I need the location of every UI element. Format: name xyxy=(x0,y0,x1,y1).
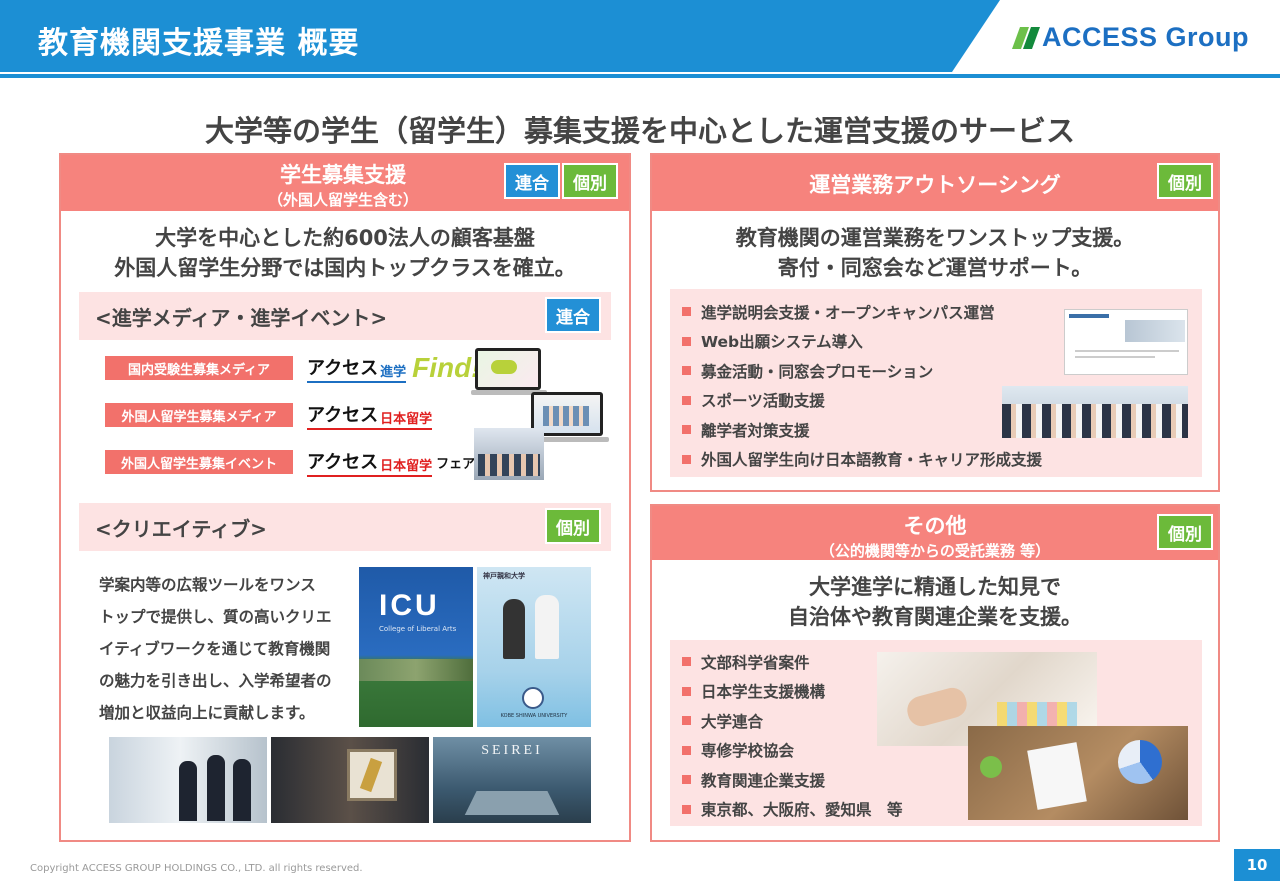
page-title: 教育機関支援事業 概要 xyxy=(38,26,360,61)
brand-access-shingaku: アクセス 進学 xyxy=(307,354,407,383)
desk-documents-photo xyxy=(968,726,1188,820)
tag-rengo: 連合 xyxy=(504,163,560,199)
art-video-still xyxy=(271,737,429,823)
slide: 教育機関支援事業 概要 ACCESS Group 大学等の学生（留学生）募集支援… xyxy=(0,0,1280,886)
brand-extra: フェア xyxy=(436,456,476,472)
students-video-still xyxy=(109,737,267,823)
panel-title: 運営業務アウトソーシング xyxy=(809,173,1061,197)
panel-header: その他 （公的機関等からの受託業務 等） xyxy=(652,506,1218,560)
brand-access-nihon-ryugaku-fair: アクセス 日本留学 xyxy=(307,448,433,477)
lead-line-2: 外国人留学生分野では国内トップクラスを確立。 xyxy=(114,256,576,280)
kobe-sub: KOBE SHINWA UNIVERSITY xyxy=(500,713,568,719)
media-row-label: 外国人留学生募集イベント xyxy=(105,450,293,474)
list-item: 教育関連企業支援 xyxy=(682,765,903,795)
list-item: 日本学生支援機構 xyxy=(682,677,903,707)
web-application-screenshot xyxy=(1064,309,1188,375)
icu-brochure: ICU College of Liberal Arts xyxy=(359,567,473,727)
media-row-label: 外国人留学生募集メディア xyxy=(105,403,293,427)
creative-line: 増加と収益向上に貢献します。 xyxy=(99,704,315,722)
media-row: 外国人留学生募集メディア アクセス 日本留学 xyxy=(105,401,433,430)
career-seminar-photo xyxy=(1002,386,1188,438)
panel-lead: 大学を中心とした約600法人の顧客基盤 外国人留学生分野では国内トップクラスを確… xyxy=(61,223,629,283)
kobe-shinwa-brochure: 神戸親和大学 KOBE SHINWA UNIVERSITY xyxy=(477,567,591,727)
creative-line: イティブワークを通じて教育機関 xyxy=(99,640,331,658)
list-item: 進学説明会支援・オープンキャンパス運営 xyxy=(682,297,1042,327)
slide-subtitle: 大学等の学生（留学生）募集支援を中心とした運営支援のサービス xyxy=(204,114,1075,148)
media-section-bar: <進学メディア・進学イベント> 連合 xyxy=(79,292,611,340)
brand-name: アクセス xyxy=(307,451,379,473)
header-rule xyxy=(0,74,1280,78)
tag-kobetsu-creative: 個別 xyxy=(545,508,601,544)
seirei-campus-image: SEIREI xyxy=(433,737,591,823)
list-item: 東京都、大阪府、愛知県 等 xyxy=(682,795,903,825)
media-row: 外国人留学生募集イベント アクセス 日本留学 フェア xyxy=(105,448,476,477)
page-number: 10 xyxy=(1234,849,1280,881)
operations-outsourcing-panel: 運営業務アウトソーシング 個別 教育機関の運営業務をワンストップ支援。 寄付・同… xyxy=(650,153,1220,492)
access-group-logo: ACCESS Group xyxy=(1011,22,1250,53)
brand-sub: 日本留学 xyxy=(380,411,433,427)
tag-kobetsu: 個別 xyxy=(1157,514,1213,550)
lead-line-1: 大学を中心とした約600法人の顧客基盤 xyxy=(155,226,535,250)
creative-description: 学案内等の広報ツールをワンス トップで提供し、質の高いクリエ イティブワークを通… xyxy=(99,569,369,729)
panel-header: 運営業務アウトソーシング xyxy=(652,155,1218,211)
list-item: 外国人留学生向け日本語教育・キャリア形成支援 xyxy=(682,445,1042,475)
services-list: 文部科学省案件 日本学生支援機構 大学連合 専修学校協会 教育関連企業支援 東京… xyxy=(682,647,903,824)
icu-logo-text: ICU xyxy=(379,589,440,622)
panel-subtitle: （公的機関等からの受託業務 等） xyxy=(819,542,1051,560)
fair-event-photo xyxy=(474,428,544,480)
media-section-label: <進学メディア・進学イベント> xyxy=(95,306,388,330)
kobe-title: 神戸親和大学 xyxy=(483,572,525,580)
list-item: 離学者対策支援 xyxy=(682,415,1042,445)
list-item: 文部科学省案件 xyxy=(682,647,903,677)
seirei-text: SEIREI xyxy=(481,743,543,758)
panel-title: その他 xyxy=(903,514,967,538)
other-services-panel: その他 （公的機関等からの受託業務 等） 個別 大学進学に精通した知見で 自治体… xyxy=(650,504,1220,842)
creative-line: 学案内等の広報ツールをワンス xyxy=(99,576,316,594)
creative-line: の魅力を引き出し、入学希望者の xyxy=(99,672,332,690)
lead-line-2: 寄付・同窓会など運営サポート。 xyxy=(777,256,1093,280)
brand-sub: 進学 xyxy=(380,364,407,380)
list-item: 大学連合 xyxy=(682,706,903,736)
laptop-find-image xyxy=(471,348,547,396)
list-item: 募金活動・同窓会プロモーション xyxy=(682,356,1042,386)
lead-line-1: 教育機関の運営業務をワンストップ支援。 xyxy=(735,226,1135,250)
brand-name: アクセス xyxy=(307,357,379,379)
brand-sub: 日本留学 xyxy=(380,458,433,474)
list-item: Web出願システム導入 xyxy=(682,327,1042,357)
services-list: 進学説明会支援・オープンキャンパス運営 Web出願システム導入 募金活動・同窓会… xyxy=(682,297,1042,474)
student-recruitment-panel: 学生募集支援 （外国人留学生含む） 連合 個別 大学を中心とした約600法人の顧… xyxy=(59,153,631,842)
creative-section-label: <クリエイティブ> xyxy=(95,517,267,541)
panel-lead: 教育機関の運営業務をワンストップ支援。 寄付・同窓会など運営サポート。 xyxy=(652,223,1218,283)
media-row-label: 国内受験生募集メディア xyxy=(105,356,293,380)
tag-rengo-media: 連合 xyxy=(545,297,601,333)
media-row: 国内受験生募集メディア アクセス 進学 Find! xyxy=(105,352,481,383)
copyright-text: Copyright ACCESS GROUP HOLDINGS CO., LTD… xyxy=(30,863,363,874)
tag-kobetsu: 個別 xyxy=(1157,163,1213,199)
logo-mark-icon xyxy=(1011,25,1041,51)
icu-sub-text: College of Liberal Arts xyxy=(379,625,457,633)
creative-line: トップで提供し、質の高いクリエ xyxy=(99,608,332,626)
brand-name: アクセス xyxy=(307,404,379,426)
lead-line-1: 大学進学に精通した知見で xyxy=(809,575,1061,599)
panel-lead: 大学進学に精通した知見で 自治体や教育関連企業を支援。 xyxy=(652,572,1218,632)
brand-access-nihon-ryugaku: アクセス 日本留学 xyxy=(307,401,433,430)
list-item: 専修学校協会 xyxy=(682,736,903,766)
list-item: スポーツ活動支援 xyxy=(682,386,1042,416)
creative-section-bar: <クリエイティブ> 個別 xyxy=(79,503,611,551)
logo-text: ACCESS Group xyxy=(1042,22,1250,52)
tag-kobetsu: 個別 xyxy=(562,163,618,199)
lead-line-2: 自治体や教育関連企業を支援。 xyxy=(788,605,1082,629)
